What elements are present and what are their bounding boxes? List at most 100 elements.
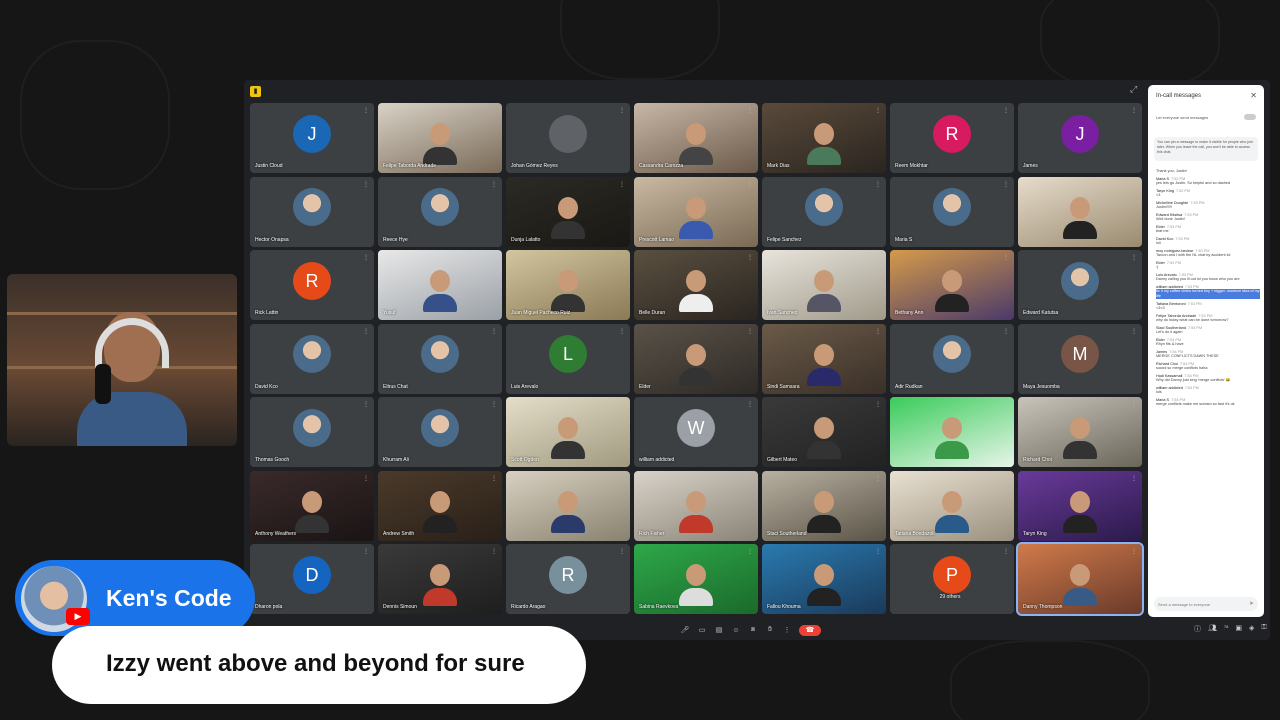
participant-tile[interactable]: ⋮ Felipe Taborda Andrade [378,103,502,173]
participant-tile[interactable]: ⋮ Bethany Ann [890,250,1014,320]
participant-tile[interactable]: ⋮ Adir Rudkan [890,323,1014,394]
participant-name: Johan Gómez Reyes [511,163,558,169]
participant-tile[interactable]: ⋮ Staci Southerland [762,470,886,541]
participant-tile[interactable]: ⋮ Dennis Simoun [378,544,502,614]
participant-tile[interactable]: ⋮ Mark Dias [762,103,886,173]
participant-video [679,270,713,314]
chat-input[interactable]: Send a message to everyone [1154,597,1258,611]
participant-tile[interactable]: ⋮ Elder [634,323,758,394]
participant-tile[interactable]: ⋮ Prescott Lamao [634,176,758,247]
mic-muted-icon: ⋮ [491,402,497,408]
participant-video [679,490,713,535]
microphone [95,364,111,404]
info-icon[interactable]: ⓘ [1194,624,1201,634]
participant-tile[interactable]: ⋮ Sabina Raevkova [634,544,758,614]
expand-icon[interactable]: ⤢ [1130,84,1137,95]
camera-icon[interactable]: ▭ [697,626,707,634]
participant-tile[interactable]: ⋮ Sindi Samsara [762,323,886,394]
participant-tile[interactable]: ⋮ Richard Choi [1018,397,1142,467]
more-icon[interactable]: ⋮ [782,626,792,634]
participant-tile[interactable]: ⋮ Anthony Weathers [250,470,374,541]
participant-tile[interactable]: ⋮ Maria S [890,176,1014,247]
participant-tile[interactable]: ⋮ Hector Onapsa [250,176,374,247]
participant-tile[interactable]: ⋮ Reece Hye [378,176,502,247]
raise-hand-icon[interactable]: ✋︎ [765,626,775,634]
chat-message: Elder 7:53 PM that me [1156,225,1260,234]
mic-muted-icon: ⋮ [491,255,497,261]
participant-tile[interactable]: ⋮ [890,397,1014,467]
participant-tile[interactable]: ⋮ Johan Gómez Reyes [506,103,630,173]
chat-text: yes lets go Justin. So helpful and so da… [1156,181,1231,185]
participant-tile[interactable]: ⋮ [506,470,630,541]
participant-tile[interactable]: ⋮ Belle Duran [634,250,758,320]
participant-tile[interactable]: J ⋮ James [1018,103,1142,173]
mic-muted-icon: ⋮ [619,181,625,188]
channel-name: Ken's Code [106,585,232,611]
lock-icon[interactable]: ⚿ [1261,624,1266,634]
participant-tile[interactable]: ⋮ Juan Miguel Pacheco Ruiz [506,250,630,320]
participant-tile[interactable]: P ⋮ 29 others [890,544,1014,614]
mic-muted-icon: ⋮ [491,475,497,482]
mic-muted-icon: ⋮ [747,402,753,408]
participant-name: Gilbert Mateo [767,457,798,463]
participant-name: Edward Katutsa [1023,310,1059,316]
participant-tile[interactable]: ⋮ Cassandra Carozza [634,103,758,173]
participant-tile[interactable]: ⋮ Felipe Sanchez [762,176,886,247]
mic-muted-icon: ⋮ [1003,255,1009,261]
close-icon[interactable]: ✕ [1250,91,1257,100]
participant-name: Elder [639,383,651,390]
present-icon[interactable]: ⧈ [748,626,758,634]
participant-tile[interactable]: ⋮ Rich Fisher [634,470,758,541]
mic-muted-icon: ⋮ [747,181,753,188]
people-icon[interactable]: 👥︎ [1208,624,1217,634]
participant-tile[interactable]: L ⋮ Luis Arevalo [506,323,630,394]
chat-text: lols [1156,390,1162,394]
participant-video [423,270,457,314]
participant-tile[interactable]: ⋮ Dunja Lalatto [506,176,630,247]
participant-tile[interactable]: ⋮ Andrew Smith [378,470,502,541]
participant-tile[interactable]: ⋮ Tatiana Bondazoli [890,470,1014,541]
chat-text: fiz it my coffee cheks turned tiny + big… [1156,289,1260,299]
participant-tile[interactable]: W ⋮ william addicted [634,397,758,467]
mic-icon[interactable]: 🎤︎ [680,626,690,634]
participant-tile[interactable]: ⋮ Danny Thompson [1016,542,1144,616]
captions-icon[interactable]: ▤ [714,626,724,634]
participant-tile[interactable]: ⋮ Scott Ogden [506,397,630,467]
chat-text: Let's do it again [1156,330,1183,334]
participant-name: Cassandra Carozza [639,163,684,169]
participant-tile[interactable]: ⋮ [1018,176,1142,247]
participant-tile[interactable]: D ⋮ Dharon pola [250,544,374,614]
participant-tile[interactable]: R ⋮ Ricardo Aragao [506,544,630,614]
mic-muted-icon: ⋮ [1131,402,1137,408]
emoji-icon[interactable]: ☺ [731,627,741,634]
activities-icon[interactable]: ◈ [1249,624,1254,634]
mic-muted-icon: ⋮ [1131,475,1137,482]
participant-name: Luis Arevalo [511,383,539,390]
participant-tile[interactable]: ⋮ David Kco [250,323,374,394]
mic-muted-icon: ⋮ [363,475,369,482]
end-call-icon[interactable]: ☎ [799,624,821,636]
participant-tile[interactable]: ⋮ Khurram Ali [378,397,502,467]
participant-tile[interactable]: R ⋮ Reem Mokhtar [890,103,1014,173]
chat-icon[interactable]: ▣ [1235,624,1242,634]
participant-tile[interactable]: J ⋮ Justin Cloud [250,103,374,173]
participant-tile[interactable]: ⋮ Edward Katutsa [1018,250,1142,320]
participant-tile[interactable]: ⋮ Fallou Khouma [762,544,886,614]
participant-avatar: R [933,114,971,153]
mic-muted-icon: ⋮ [363,181,369,188]
mic-muted-icon: ⋮ [619,255,625,261]
participant-tile[interactable]: M ⋮ Maya Jesuomba [1018,323,1142,394]
participant-tile[interactable]: ⋮ Thomas Gooch [250,397,374,467]
participant-tile[interactable]: ⋮ Ivan Sanchez [762,250,886,320]
send-messages-toggle[interactable] [1244,114,1256,120]
logo-icon [549,114,587,153]
participant-tile[interactable]: R ⋮ Rick Lattin [250,250,374,320]
participant-tile[interactable]: ⋮ Yusuf [378,250,502,320]
participant-tile[interactable]: ⋮ Gilbert Mateo [762,397,886,467]
chat-message: Edward Kitsitsa 7:53 PM Well done Justin! [1156,213,1260,222]
chat-message: william addicted 7:54 PM lols [1156,386,1260,395]
participant-tile[interactable]: ⋮ Eltrus Chat [378,323,502,394]
send-icon[interactable]: ➤ [1249,600,1254,607]
participant-tile[interactable]: ⋮ Taryn King [1018,470,1142,541]
participant-name: David Kco [255,383,278,390]
